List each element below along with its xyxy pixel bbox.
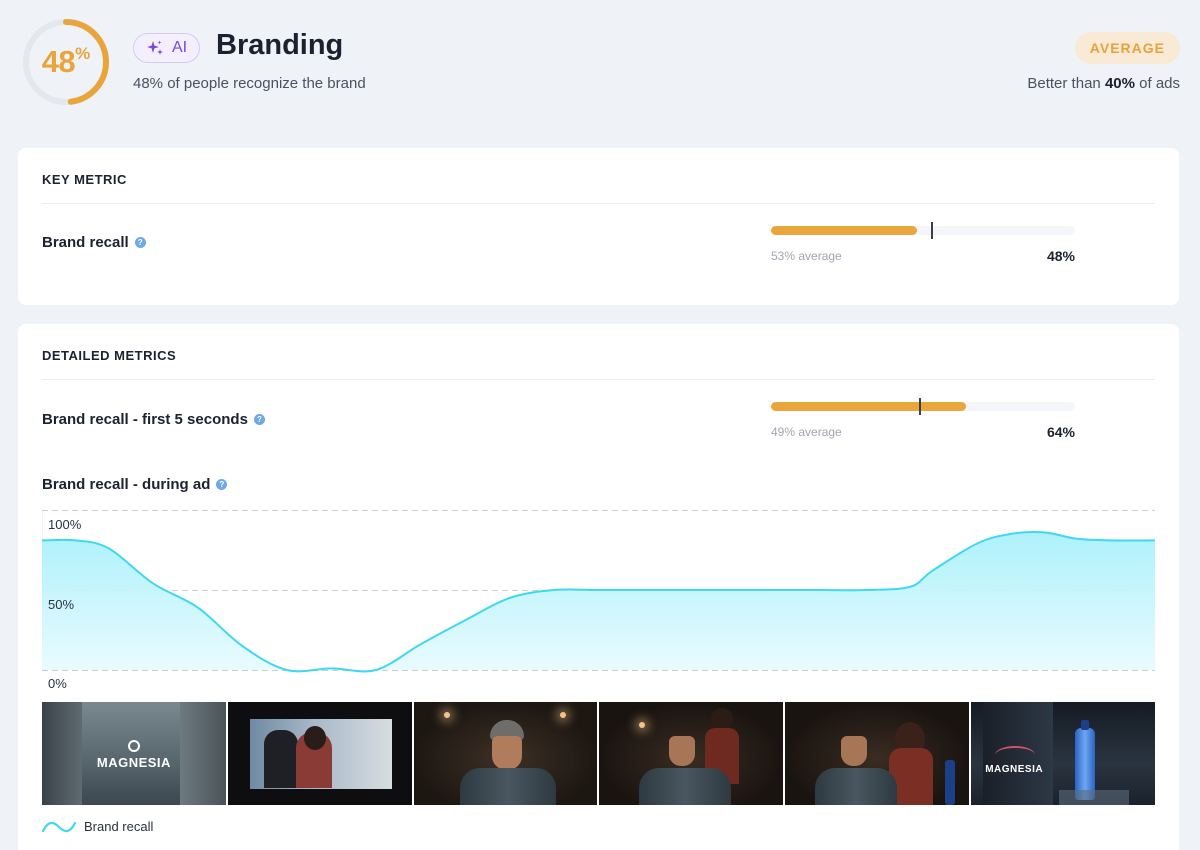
divider	[42, 379, 1155, 380]
first5-bar	[771, 398, 1075, 415]
thumbnail-couple-bottle[interactable]	[785, 702, 970, 805]
video-thumbnails: MAGNESIA MAGNESIA	[42, 702, 1155, 805]
header: 48% AI Branding 48% of people recognize …	[0, 0, 1200, 130]
benchmark-suffix: of ads	[1134, 75, 1180, 92]
y-tick-0: 0%	[48, 676, 67, 691]
brand-recall-value: 48%	[1046, 248, 1075, 264]
average-marker	[931, 222, 934, 239]
help-icon[interactable]: ?	[253, 414, 265, 425]
y-tick-100: 100%	[48, 517, 82, 532]
brand-recall-text: Brand recall	[42, 234, 129, 251]
recall-area	[42, 532, 1155, 672]
sparkle-icon	[147, 40, 163, 55]
thumbnail-logo: MAGNESIA	[985, 764, 1044, 775]
benchmark-value: 40%	[1104, 75, 1135, 92]
thumbnail-logo: MAGNESIA	[96, 755, 171, 770]
benchmark-text: Better than 40% of ads	[1027, 75, 1180, 92]
page-subtitle: 48% of people recognize the brand	[133, 75, 366, 92]
thumbnail-street[interactable]: MAGNESIA	[42, 702, 226, 805]
detailed-metrics-card: DETAILED METRICS Brand recall - first 5 …	[18, 324, 1179, 850]
brand-recall-bar	[771, 222, 1075, 239]
average-marker	[918, 398, 921, 415]
help-icon[interactable]: ?	[134, 237, 146, 248]
thumbnail-man-woman[interactable]	[599, 702, 784, 805]
recall-chart: 100% 50% 0%	[42, 510, 1155, 691]
key-metric-card: KEY METRIC Brand recall ? 53% average 48…	[18, 148, 1179, 305]
ai-label: AI	[172, 39, 188, 56]
brand-recall-bar-fill	[771, 226, 917, 235]
key-metric-heading: KEY METRIC	[42, 172, 127, 187]
during-label: Brand recall - during ad ?	[42, 476, 228, 493]
rating-badge: AVERAGE	[1074, 32, 1180, 64]
score-unit: %	[75, 44, 91, 63]
thumbnail-bottle[interactable]: MAGNESIA	[971, 702, 1155, 805]
recall-chart-svg	[42, 510, 1155, 673]
benchmark-prefix: Better than	[1027, 75, 1105, 92]
divider	[42, 203, 1155, 204]
brand-recall-label: Brand recall ?	[42, 234, 146, 251]
brand-recall-average: 53% average	[771, 249, 842, 263]
first5-average: 49% average	[771, 425, 842, 439]
first5-label: Brand recall - first 5 seconds ?	[42, 411, 265, 428]
first5-text: Brand recall - first 5 seconds	[42, 411, 248, 428]
thumbnail-couple[interactable]	[227, 702, 412, 805]
thumbnail-man-beanie[interactable]	[413, 702, 598, 805]
detailed-metrics-heading: DETAILED METRICS	[42, 348, 177, 363]
wave-icon	[42, 821, 76, 832]
legend-label: Brand recall	[84, 819, 154, 834]
y-tick-50: 50%	[48, 597, 75, 612]
score-value: 48	[41, 44, 76, 79]
score-ring: 48%	[21, 17, 111, 107]
during-text: Brand recall - during ad	[42, 476, 211, 493]
page-title: Branding	[216, 29, 344, 61]
help-icon[interactable]: ?	[216, 479, 228, 490]
chart-legend: Brand recall	[42, 819, 153, 834]
first5-value: 64%	[1046, 424, 1075, 440]
first5-bar-fill	[771, 402, 966, 411]
ai-badge: AI	[133, 33, 201, 63]
